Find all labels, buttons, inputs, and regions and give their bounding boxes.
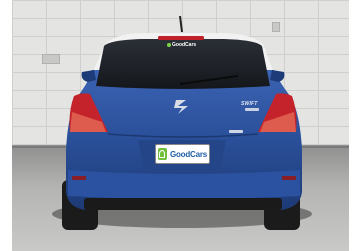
model-badge: SWIFT: [241, 101, 258, 107]
right-mirror: [270, 70, 285, 82]
bumper: [68, 170, 300, 199]
left-mirror: [81, 70, 96, 82]
dealer-plate-text: GoodCars: [169, 149, 208, 159]
car-illustration: [52, 15, 312, 230]
window-banner: GoodCars: [167, 41, 197, 48]
goodcars-plate-icon: [157, 148, 167, 160]
trim-badge: [245, 108, 259, 111]
reflector-left: [72, 176, 86, 180]
dealer-plate: GoodCars: [155, 144, 210, 164]
engine-badge: [229, 130, 243, 133]
reflector-right: [282, 176, 296, 180]
brake-light-high: [158, 36, 204, 40]
goodcars-logo-icon: [167, 42, 171, 47]
window-banner-text: GoodCars: [172, 41, 197, 48]
antenna: [179, 15, 183, 33]
car-photo: GoodCars SWIFT GoodCars: [12, 0, 349, 251]
lower-valance: [84, 198, 282, 210]
